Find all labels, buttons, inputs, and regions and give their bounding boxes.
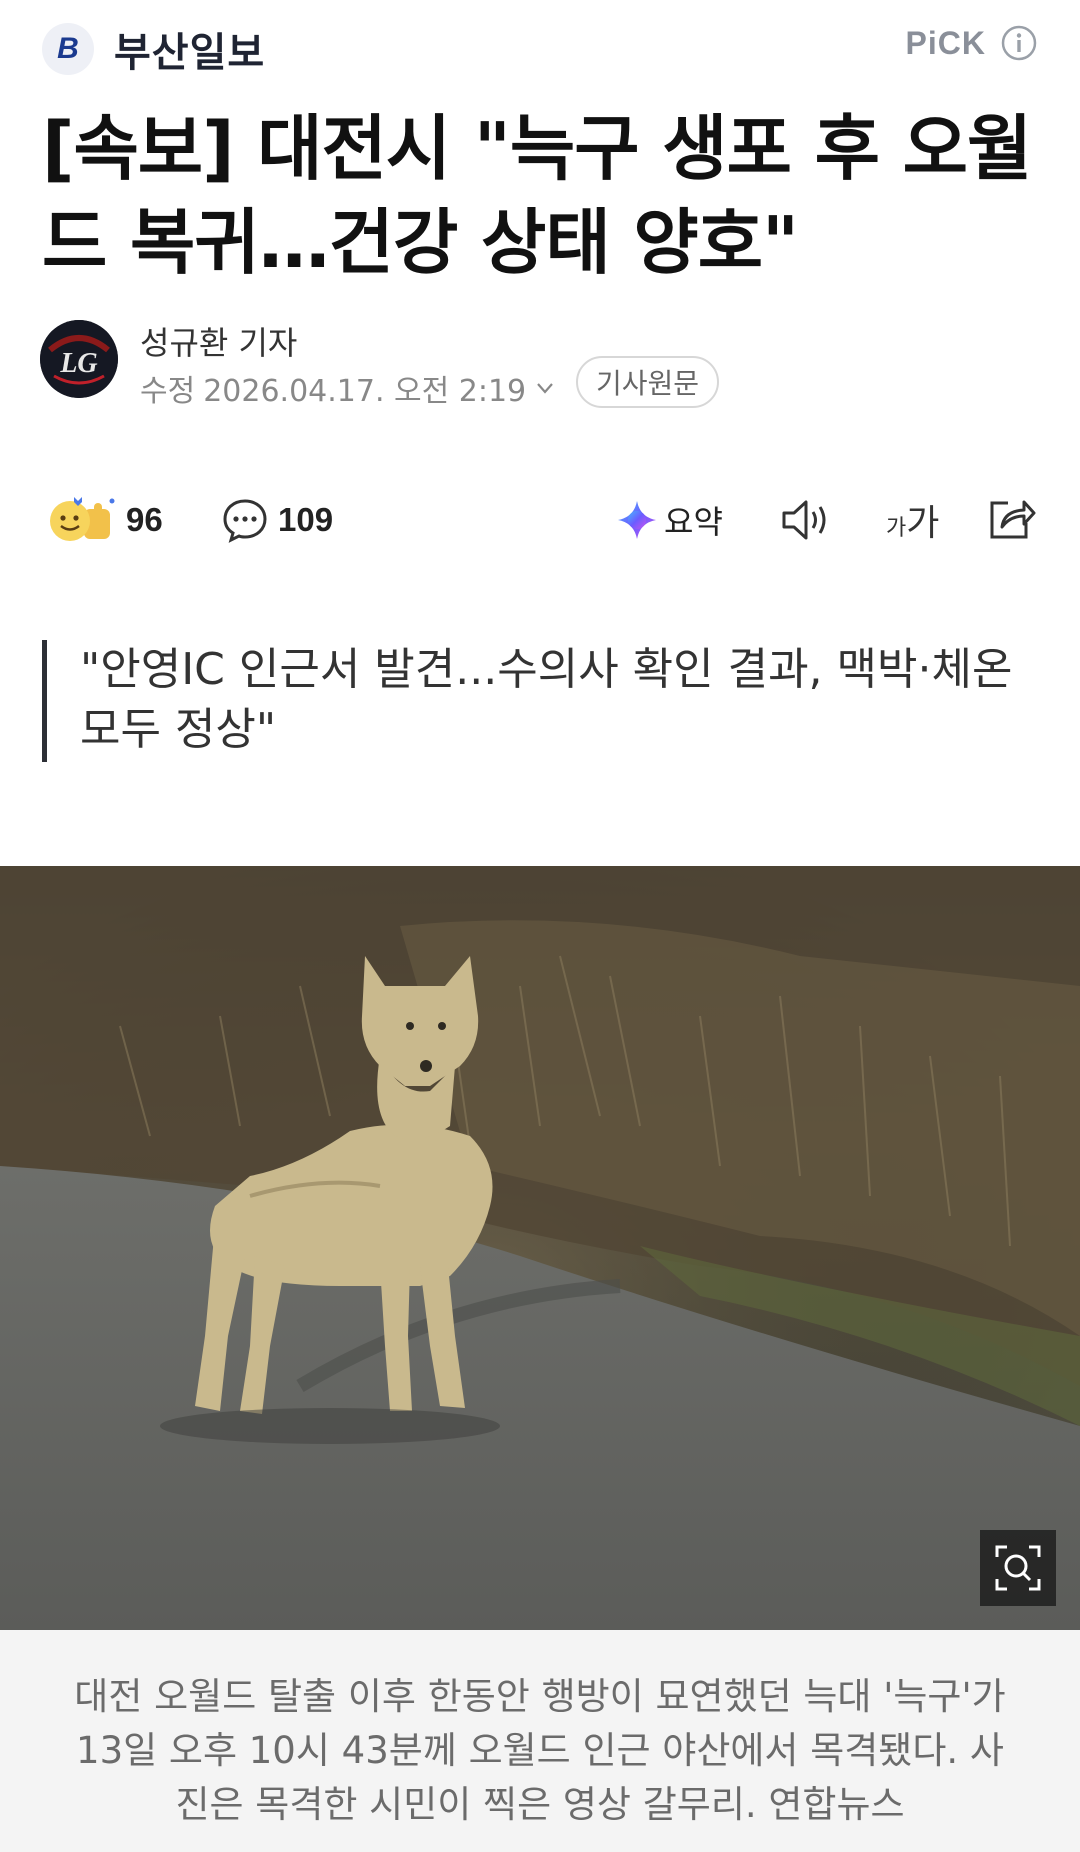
publisher-logo-letter: B (57, 32, 79, 65)
reactions-count: 96 (126, 501, 163, 538)
summary-label: 요약 (664, 503, 723, 541)
publisher-logo: B (42, 23, 94, 75)
reporter-name[interactable]: 성규환 기자 (140, 318, 297, 364)
font-size-large-label: 가 (906, 503, 940, 544)
wolf-photo-image (0, 866, 1080, 1630)
article-action-bar: 96 109 요약 가 가 (40, 490, 1040, 550)
share-button[interactable] (986, 490, 1036, 550)
chevron-down-icon[interactable] (534, 377, 556, 399)
font-size-button[interactable]: 가 가 (886, 490, 939, 550)
font-size-icon: 가 가 (886, 494, 939, 546)
comment-icon (223, 499, 267, 543)
original-article-button[interactable]: 기사원문 (576, 356, 720, 408)
reaction-emoji-icon (50, 497, 115, 541)
share-icon (990, 500, 1036, 539)
modified-datetime: 2026.04.17. 오전 2:19 (203, 374, 527, 409)
byline: LG 성규환 기자 수정 2026.04.17. 오전 2:19 기사원문 (40, 318, 1040, 410)
zoom-icon (995, 1545, 1041, 1591)
font-size-small-label: 가 (886, 516, 907, 541)
info-icon[interactable] (1000, 24, 1038, 62)
pick-badge[interactable]: PiCK (906, 24, 1038, 62)
photo-caption-box: 대전 오월드 탈출 이후 한동안 행방이 묘연했던 늑대 '늑구'가 13일 오… (0, 1630, 1080, 1852)
speaker-icon (782, 500, 826, 540)
photo-zoom-button[interactable] (980, 1530, 1056, 1606)
article-headline: [속보] 대전시 "늑구 생포 후 오월드 복귀…건강 상태 양호" (42, 107, 1032, 284)
listen-button[interactable] (780, 490, 832, 550)
publisher-name[interactable]: 부산일보 (114, 20, 265, 78)
comments-count: 109 (278, 501, 334, 538)
reaction-button[interactable]: 96 (46, 490, 163, 550)
ai-summary-icon (618, 501, 656, 539)
summary-button[interactable]: 요약 (616, 490, 723, 550)
modified-label: 수정 (140, 374, 196, 409)
photo-caption: 대전 오월드 탈출 이후 한동안 행방이 묘연했던 늑대 '늑구'가 13일 오… (74, 1675, 1006, 1826)
avatar-emblem-icon: LG (40, 320, 118, 398)
svg-text:LG: LG (59, 348, 97, 379)
reporter-avatar[interactable]: LG (40, 320, 118, 398)
top-bar: B 부산일보 PiCK (0, 0, 1080, 95)
publisher-brand[interactable]: B 부산일보 (42, 20, 265, 78)
article-subheading: "안영IC 인근서 발견...수의사 확인 결과, 맥박·체온 모두 정상" (42, 640, 1022, 762)
pick-label: PiCK (905, 24, 986, 61)
modified-meta[interactable]: 수정 2026.04.17. 오전 2:19 (140, 366, 556, 410)
article-photo[interactable] (0, 866, 1080, 1630)
comments-button[interactable]: 109 (222, 490, 333, 550)
